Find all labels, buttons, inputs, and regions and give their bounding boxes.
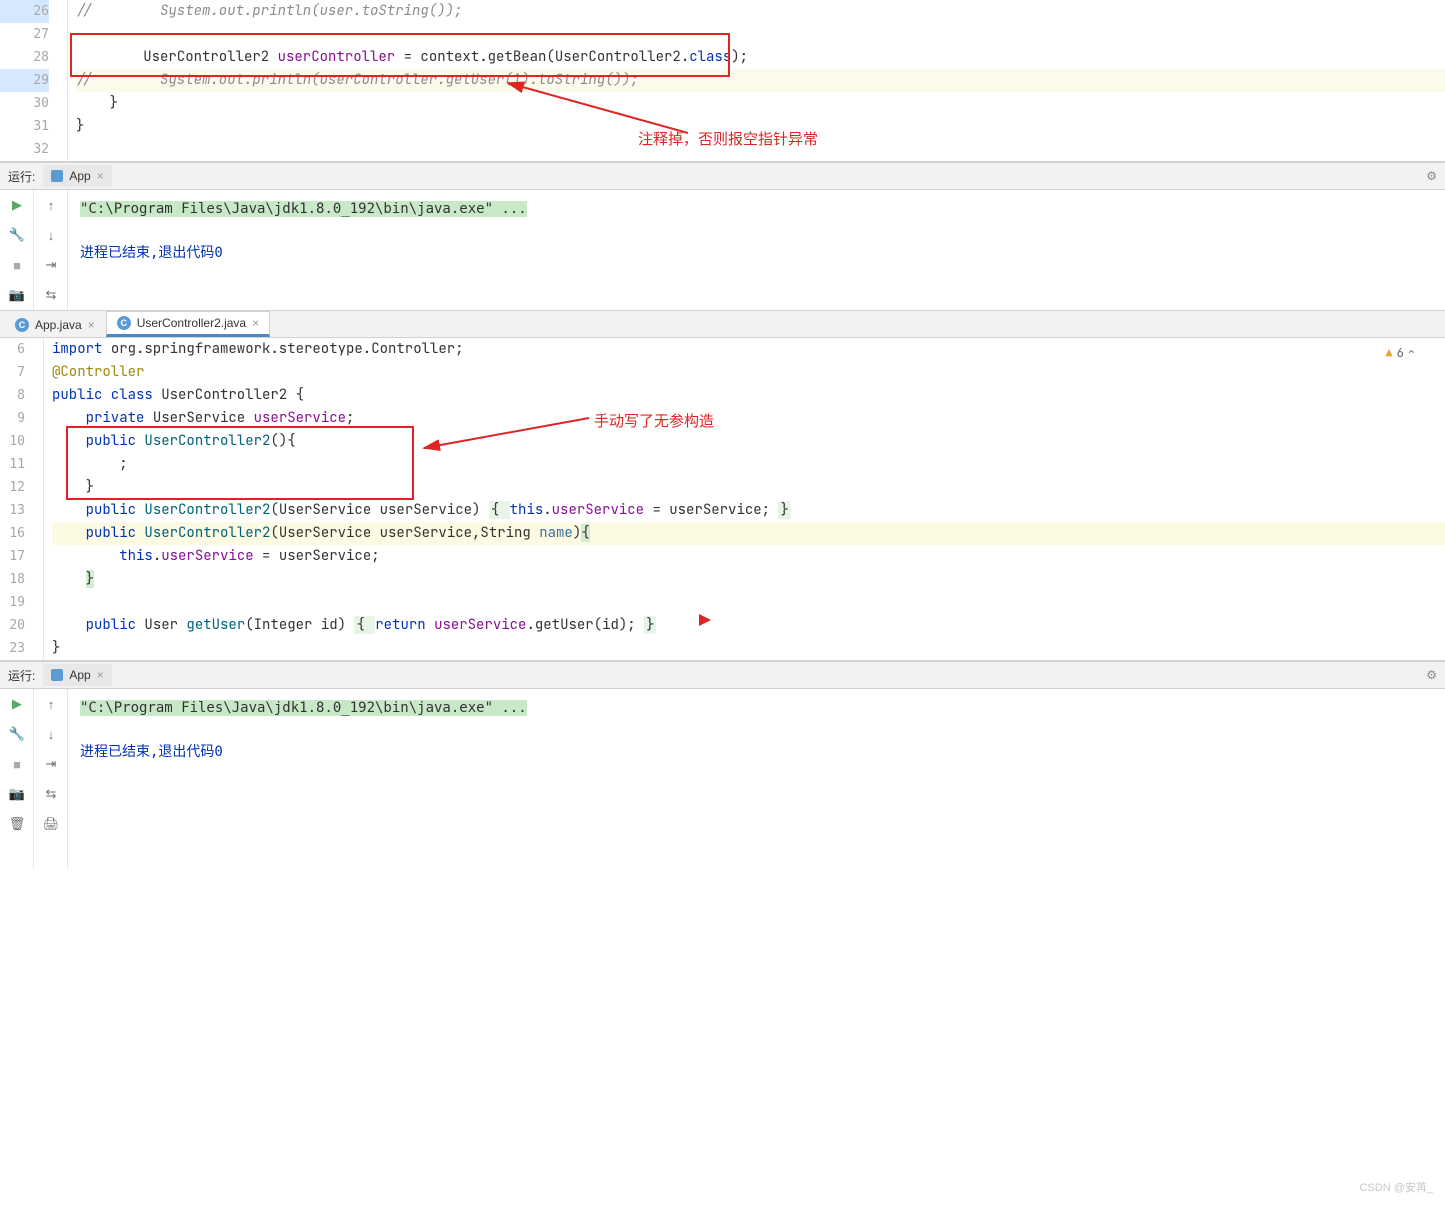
top-editor: 26272829303132 注释掉，否则报空指针异常 // System.ou… [0, 0, 1445, 162]
watermark: CSDN @安苒_ [1359, 1179, 1433, 1195]
stop-button[interactable]: ■ [0, 250, 34, 280]
chevron-icon: ⌃ [1408, 342, 1415, 365]
app-icon [51, 669, 63, 681]
class-icon: C [15, 318, 29, 332]
down-icon[interactable]: ↓ [34, 719, 68, 749]
run-output[interactable]: "C:\Program Files\Java\jdk1.8.0_192\bin\… [68, 689, 1445, 869]
gutter: 26272829303132 [0, 0, 68, 161]
run-tab-app[interactable]: App × [43, 165, 111, 187]
run-output[interactable]: "C:\Program Files\Java\jdk1.8.0_192\bin\… [68, 190, 1445, 310]
run-toolbar: 运行: App × ⚙ [0, 162, 1445, 190]
soft-wrap-icon[interactable]: ⇆ [34, 779, 68, 809]
output-cmd: "C:\Program Files\Java\jdk1.8.0_192\bin\… [80, 201, 527, 217]
warning-count: 6 [1397, 342, 1404, 365]
run-label: 运行: [8, 667, 35, 684]
class-icon: C [117, 316, 131, 330]
camera-icon[interactable]: 📷 [0, 779, 34, 809]
annotation-text: 注释掉，否则报空指针异常 [638, 128, 818, 151]
run-tools-right: ↑ ↓ ⇥ ⇆ [34, 190, 68, 310]
run-tab-label: App [69, 169, 90, 183]
output-exit: 进程已结束,退出代码0 [80, 242, 1433, 264]
trash-icon[interactable]: 🗑 [0, 809, 34, 839]
file-tabs: C App.java × C UserController2.java × [0, 310, 1445, 338]
run-button[interactable]: ▶ [0, 190, 34, 220]
file-tab-label: UserController2.java [137, 316, 246, 330]
code-area[interactable]: 注释掉，否则报空指针异常 // System.out.println(user.… [68, 0, 1445, 161]
run-tab-app[interactable]: App × [43, 664, 111, 686]
down-icon[interactable]: ↓ [34, 220, 68, 250]
stop-button[interactable]: ■ [0, 749, 34, 779]
output-exit: 进程已结束,退出代码0 [80, 741, 1433, 763]
run-output-panel: ▶ 🔧 ■ 📷 🗑 ↑ ↓ ⇥ ⇆ 🖨 "C:\Program Files\Ja… [0, 689, 1445, 869]
output-cmd: "C:\Program Files\Java\jdk1.8.0_192\bin\… [80, 700, 527, 716]
run-button[interactable]: ▶ [0, 689, 34, 719]
print-icon[interactable]: 🖨 [34, 809, 68, 839]
run-label: 运行: [8, 168, 35, 185]
close-icon[interactable]: × [252, 316, 259, 330]
warnings-badge[interactable]: ▲ 6 ⌃ [1385, 342, 1415, 365]
gutter: 678910111213161718192023 [0, 338, 44, 660]
gear-icon[interactable]: ⚙ [1426, 668, 1437, 682]
wrap-icon[interactable]: ⇥ [34, 749, 68, 779]
warning-icon: ▲ [1385, 342, 1392, 365]
file-tab[interactable]: C UserController2.java × [106, 311, 270, 337]
annotation-text: 手动写了无参构造 [594, 410, 714, 433]
soft-wrap-icon[interactable]: ⇆ [34, 280, 68, 310]
close-icon[interactable]: × [88, 318, 95, 332]
up-icon[interactable]: ↑ [34, 190, 68, 220]
run-tools-left: ▶ 🔧 ■ 📷 [0, 190, 34, 310]
wrench-icon[interactable]: 🔧 [0, 719, 34, 749]
file-tab[interactable]: C App.java × [4, 313, 106, 337]
app-icon [51, 170, 63, 182]
close-icon[interactable]: × [97, 668, 104, 682]
run-tools-right: ↑ ↓ ⇥ ⇆ 🖨 [34, 689, 68, 869]
second-editor: 678910111213161718192023 ▲ 6 ⌃ 手动写了无参构造 … [0, 338, 1445, 661]
code-area[interactable]: ▲ 6 ⌃ 手动写了无参构造 import org.springframewor… [44, 338, 1445, 660]
wrap-icon[interactable]: ⇥ [34, 250, 68, 280]
run-toolbar: 运行: App × ⚙ [0, 661, 1445, 689]
up-icon[interactable]: ↑ [34, 689, 68, 719]
wrench-icon[interactable]: 🔧 [0, 220, 34, 250]
run-tab-label: App [69, 668, 90, 682]
file-tab-label: App.java [35, 318, 82, 332]
close-icon[interactable]: × [97, 169, 104, 183]
run-output-panel: ▶ 🔧 ■ 📷 ↑ ↓ ⇥ ⇆ "C:\Program Files\Java\j… [0, 190, 1445, 310]
run-tools-left: ▶ 🔧 ■ 📷 🗑 [0, 689, 34, 869]
gear-icon[interactable]: ⚙ [1426, 169, 1437, 183]
camera-icon[interactable]: 📷 [0, 280, 34, 310]
